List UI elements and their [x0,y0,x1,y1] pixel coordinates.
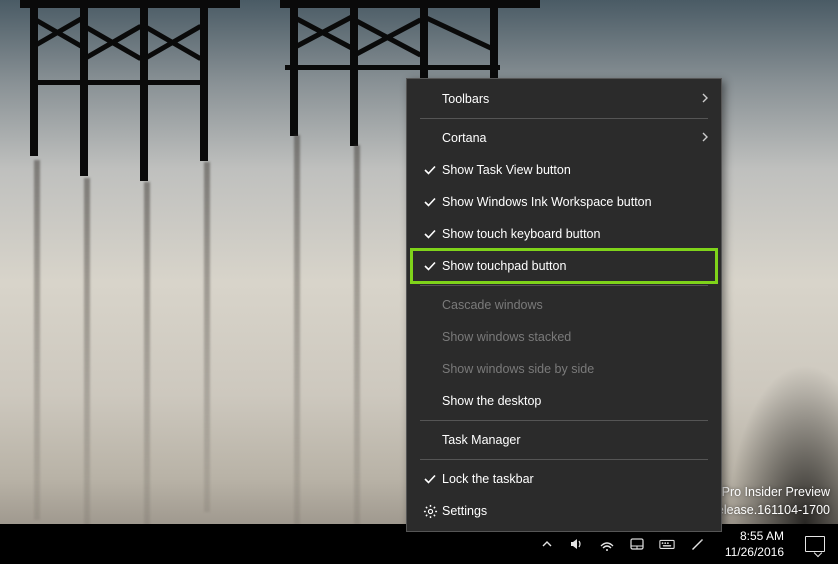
tray-touchpad-icon[interactable] [629,536,645,552]
menu-label: Show Task View button [442,163,710,177]
menu-item-show-ink-workspace[interactable]: Show Windows Ink Workspace button [408,186,720,218]
menu-item-show-task-view[interactable]: Show Task View button [408,154,720,186]
tray-volume-icon[interactable] [569,536,585,552]
check-icon [418,259,442,273]
menu-label: Lock the taskbar [442,472,710,486]
taskbar-date: 11/26/2016 [725,544,784,560]
tray-ink-icon[interactable] [689,536,705,552]
menu-label: Settings [442,504,710,518]
menu-label: Cascade windows [442,298,710,312]
menu-separator [420,420,708,421]
menu-label: Show the desktop [442,394,710,408]
check-icon [418,195,442,209]
menu-item-task-manager[interactable]: Task Manager [408,424,720,456]
menu-item-toolbars[interactable]: Toolbars [408,83,720,115]
menu-item-show-desktop[interactable]: Show the desktop [408,385,720,417]
menu-label: Show Windows Ink Workspace button [442,195,710,209]
menu-label: Cortana [442,131,694,145]
check-icon [418,227,442,241]
chevron-right-icon [694,93,710,106]
menu-label: Show touch keyboard button [442,227,710,241]
tray-keyboard-icon[interactable] [659,536,675,552]
watermark-line2: erelease.161104-1700 [706,501,830,520]
menu-item-settings[interactable]: Settings [408,495,720,527]
menu-label: Show touchpad button [442,259,710,273]
menu-separator [420,285,708,286]
menu-item-windows-stacked: Show windows stacked [408,321,720,353]
menu-item-show-touch-keyboard[interactable]: Show touch keyboard button [408,218,720,250]
watermark-line1: 0 Pro Insider Preview [706,483,830,502]
system-tray: 8:55 AM 11/26/2016 [539,528,834,560]
menu-label: Show windows stacked [442,330,710,344]
taskbar-time: 8:55 AM [740,528,784,544]
menu-item-cortana[interactable]: Cortana [408,122,720,154]
check-icon [418,472,442,486]
action-center-icon[interactable] [804,536,826,552]
taskbar-clock[interactable]: 8:55 AM 11/26/2016 [719,528,790,560]
menu-separator [420,118,708,119]
tray-chevron-up-icon[interactable] [539,536,555,552]
menu-separator [420,459,708,460]
menu-label: Show windows side by side [442,362,710,376]
chevron-right-icon [694,132,710,145]
menu-label: Task Manager [442,433,710,447]
gear-icon [418,504,442,519]
menu-label: Toolbars [442,92,694,106]
menu-item-lock-taskbar[interactable]: Lock the taskbar [408,463,720,495]
menu-item-show-touchpad[interactable]: Show touchpad button [408,250,720,282]
tray-network-icon[interactable] [599,536,615,552]
taskbar-context-menu: Toolbars Cortana Show Task View button S… [406,78,722,532]
check-icon [418,163,442,177]
windows-watermark: 0 Pro Insider Preview erelease.161104-17… [706,483,830,521]
menu-item-windows-side-by-side: Show windows side by side [408,353,720,385]
menu-item-cascade-windows: Cascade windows [408,289,720,321]
